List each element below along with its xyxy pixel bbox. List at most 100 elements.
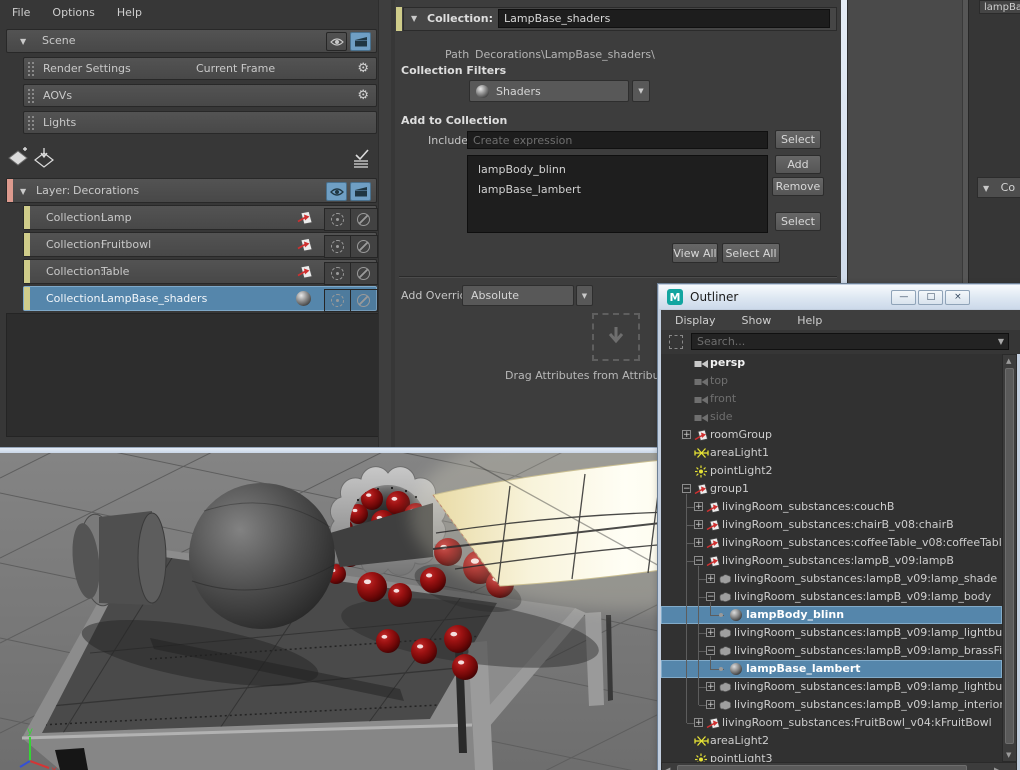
marquee-select-icon[interactable] [669,335,683,349]
filter-dropdown-arrow[interactable]: ▼ [632,80,650,102]
add-button[interactable]: Add [775,155,821,174]
close-button[interactable]: × [945,289,971,305]
apple[interactable] [388,583,412,607]
expand-toggle[interactable]: + [694,520,703,530]
expand-toggle[interactable]: + [706,574,715,584]
collection-row-Fruitbowl[interactable]: Collection: Fruitbowl [23,232,378,258]
outliner-item-front[interactable]: front [661,390,1002,408]
layer-color-tab[interactable] [7,179,13,202]
apple[interactable] [444,625,472,653]
outliner-titlebar[interactable]: M Outliner — □ × [659,285,1020,309]
outliner-hscrollbar[interactable]: ◀ ▶ [661,762,1017,770]
outliner-item-livingRoom_substances:couchB[interactable]: + livingRoom_substances:couchB [661,498,1002,516]
collection-color-tab[interactable] [24,287,30,310]
menu-options[interactable]: Options [52,6,94,19]
collection-type-button[interactable] [296,264,314,280]
collection-color-tab[interactable] [24,260,30,283]
gear-icon[interactable]: ⚙ [357,88,369,103]
apple[interactable] [411,638,437,664]
drag-drop-target[interactable] [592,313,640,361]
outliner-item-livingRoom_substances:lampB_v09:lamp_shade[interactable]: + livingRoom_substances:lampB_v09:lamp_sh… [661,570,1002,588]
isolate-button[interactable] [325,263,350,284]
apple[interactable] [357,572,387,602]
import-layer-button[interactable] [34,147,56,169]
expand-toggle[interactable]: + [706,682,715,692]
outliner-search-input[interactable] [691,333,1009,350]
collapse-toggle[interactable]: − [706,646,715,656]
outliner-item-pointLight2[interactable]: pointLight2 [661,462,1002,480]
collapsed-section-header[interactable]: ▼ Co [977,177,1020,198]
menu-display[interactable]: Display [675,314,716,327]
menu-show[interactable]: Show [742,314,772,327]
disable-button[interactable] [350,263,375,284]
collapse-arrow-icon[interactable]: ▼ [20,37,26,46]
view-all-button[interactable]: View All [672,243,718,263]
outliner-item-livingRoom_substances:chairB_v08:chairB[interactable]: + livingRoom_substances:chairB_v08:chairB [661,516,1002,534]
search-dropdown-arrow[interactable]: ▼ [998,337,1004,346]
collection-type-button[interactable] [296,210,314,226]
collection-row-LampBase_shaders[interactable]: Collection: LampBase_shaders [23,286,378,312]
collapse-toggle[interactable]: − [682,484,691,494]
menu-help[interactable]: Help [117,6,142,19]
expand-toggle[interactable]: + [706,700,715,710]
outliner-item-roomGroup[interactable]: + roomGroup [661,426,1002,444]
filter-type-dropdown[interactable]: Shaders [469,80,629,102]
apple[interactable] [376,629,400,653]
disable-button[interactable] [350,236,375,257]
expand-toggle[interactable]: + [694,502,703,512]
collapse-toggle[interactable]: − [706,592,715,602]
maximize-button[interactable]: □ [918,289,944,305]
override-mode-dropdown[interactable]: Absolute [462,285,574,306]
include-list-item[interactable]: lampBody_blinn [468,160,767,180]
aovs-row[interactable]: AOVs ⚙ [23,84,377,107]
outliner-item-side[interactable]: side [661,408,1002,426]
isolate-button[interactable] [325,236,350,257]
outliner-item-pointLight3[interactable]: pointLight3 [661,750,1002,762]
minimize-button[interactable]: — [891,289,917,305]
collapse-toggle[interactable]: − [694,556,703,566]
vscroll-thumb[interactable] [1005,368,1014,744]
apple[interactable] [452,654,478,680]
include-list-item[interactable]: lampBase_lambert [468,180,767,200]
expand-toggle[interactable]: + [682,430,691,440]
outliner-item-livingRoom_substances:lampB_v09:lamp_interior_Frametc[interactable]: + livingRoom_substances:lampB_v09:lamp_in… [661,696,1002,714]
override-dropdown-arrow[interactable]: ▼ [576,285,593,306]
disable-button[interactable] [350,290,375,311]
outliner-item-group1[interactable]: − group1 [661,480,1002,498]
collection-type-button[interactable] [296,291,314,307]
include-member-list[interactable]: lampBody_blinn lampBase_lambert [467,155,768,233]
scroll-left-arrow[interactable]: ◀ [665,766,670,770]
outliner-vscrollbar[interactable]: ▲ ▼ [1002,354,1017,762]
left-panel-scrollbar[interactable] [378,0,391,448]
layer-renderable-button[interactable] [350,182,371,201]
gear-icon[interactable]: ⚙ [357,61,369,76]
outliner-item-livingRoom_substances:lampB_v09:lamp_lightbulb_basea[interactable]: + livingRoom_substances:lampB_v09:lamp_li… [661,678,1002,696]
collection-color-tab[interactable] [24,206,30,229]
apple[interactable] [420,567,446,593]
layer-visibility-button[interactable] [326,182,347,201]
include-expression-input[interactable] [467,131,768,149]
scene-renderable-button[interactable] [350,32,371,51]
render-settings-row[interactable]: Render Settings Current Frame ⚙ [23,57,377,80]
drag-handle-icon[interactable] [27,61,34,77]
outliner-item-top[interactable]: top [661,372,1002,390]
disable-button[interactable] [350,209,375,230]
expand-toggle[interactable]: + [694,718,703,728]
hscroll-thumb[interactable] [677,765,967,770]
layer-decorations-row[interactable]: ▼ Layer: Decorations [6,178,377,203]
outliner-item-persp[interactable]: persp [661,354,1002,372]
collection-row-Table[interactable]: Collection: Table [23,259,378,285]
scroll-up-arrow[interactable]: ▲ [1006,357,1011,365]
isolate-button[interactable] [325,209,350,230]
expand-toggle[interactable]: + [694,538,703,548]
remove-button[interactable]: Remove [772,177,824,196]
collection-color-tab[interactable] [396,7,402,31]
collapse-arrow-icon[interactable]: ▼ [411,14,417,23]
drag-handle-icon[interactable] [27,88,34,104]
isolate-button[interactable] [325,290,350,311]
expand-toggle[interactable]: + [706,628,715,638]
viewport-3d[interactable]: y x [0,146,840,770]
drag-handle-icon[interactable] [27,115,34,131]
collapse-arrow-icon[interactable]: ▼ [20,187,26,196]
outliner-window[interactable]: M Outliner — □ × Display Show Help ▼ per… [658,284,1020,770]
